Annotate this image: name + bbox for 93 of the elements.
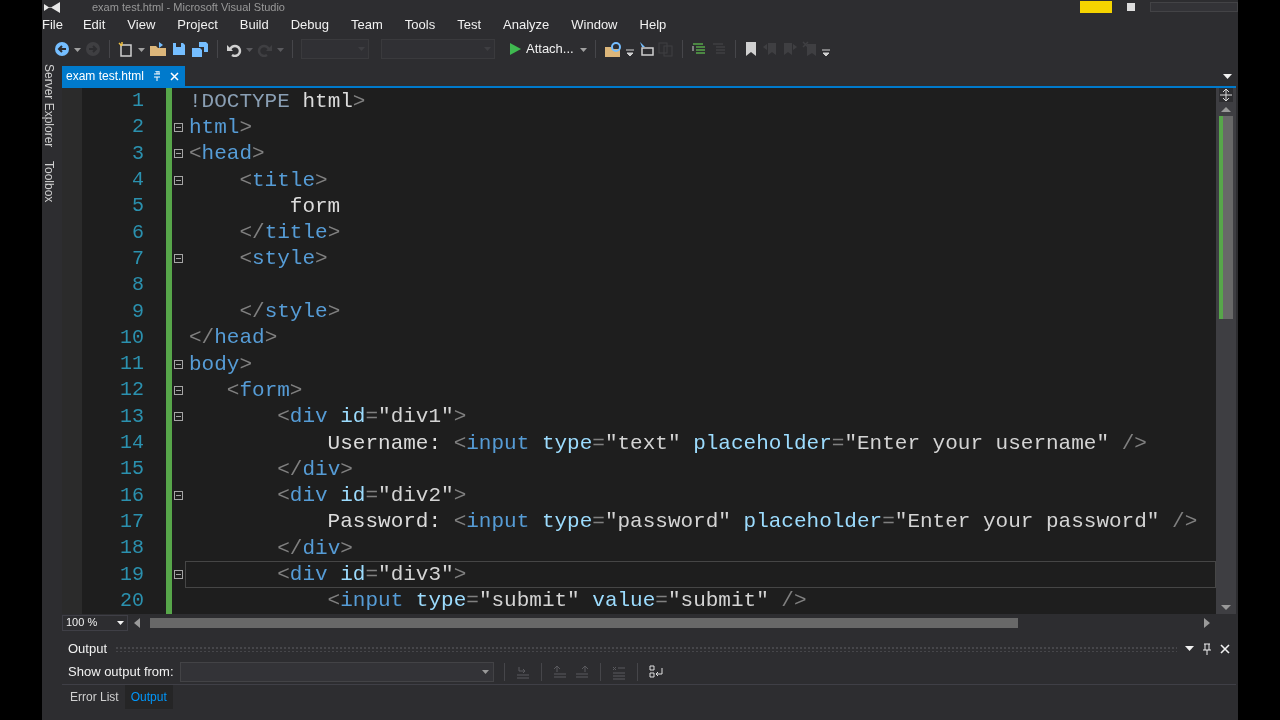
code-line: <style> [238, 248, 328, 270]
collapse-toggle[interactable] [174, 412, 183, 422]
collapse-toggle[interactable] [174, 570, 183, 579]
panel-tab[interactable]: Error List [64, 685, 125, 709]
line-number: 2 [132, 114, 144, 141]
line-number: 11 [120, 351, 144, 378]
code-line: <div id="div2"> [276, 485, 467, 507]
line-number: 9 [132, 298, 144, 325]
line-number: 8 [132, 272, 144, 299]
field-label: Show output from: [68, 662, 174, 681]
line-number: 16 [120, 482, 144, 509]
line-number: 1 [132, 88, 144, 115]
code-line: <head> [189, 143, 265, 165]
line-number: 18 [120, 535, 144, 562]
new-project-icon[interactable] [118, 41, 134, 57]
play-icon [509, 42, 521, 56]
collapse-toggle[interactable] [174, 491, 183, 501]
code-line: form [288, 195, 341, 217]
menu-item[interactable]: Team [351, 15, 391, 35]
code-line: <div id="div3"> [276, 564, 467, 585]
attach-button[interactable]: Attach... [507, 39, 576, 59]
code-line: Password: <input type="password" placeholder="Enter your password" /> [326, 511, 1198, 533]
collapse-toggle[interactable] [174, 149, 183, 159]
code-line: body> [189, 353, 253, 375]
menu-item[interactable]: Debug [290, 15, 337, 35]
line-number: 15 [120, 456, 144, 483]
save-all-icon[interactable] [191, 41, 209, 57]
scroll-right-icon[interactable] [1204, 617, 1210, 628]
side-tab[interactable]: Toolbox [42, 161, 58, 203]
caret-icon [481, 669, 489, 674]
code-line: <title> [238, 169, 328, 191]
scrollbar-thumb[interactable] [150, 617, 1018, 628]
menu-item[interactable]: Edit [82, 15, 114, 35]
line-number: 4 [132, 167, 144, 194]
menu-item[interactable]: File [42, 15, 71, 35]
code-line: </style> [238, 301, 341, 322]
scrollbar-thumb[interactable] [1219, 116, 1233, 319]
code-line: </div> [276, 537, 353, 559]
code-line: <input type="submit" value="submit" /> [326, 590, 807, 612]
menu-item[interactable]: Project [177, 15, 226, 35]
tab-list-icon[interactable] [1223, 74, 1232, 80]
back-icon[interactable] [54, 41, 70, 57]
code-line: <form> [225, 379, 303, 401]
line-number: 19 [120, 561, 144, 588]
line-number: 7 [132, 245, 144, 272]
code-line: </head> [189, 327, 278, 349]
zoom-dropdown[interactable]: 100 % [62, 614, 128, 631]
caret-icon [117, 620, 124, 625]
line-number: 5 [132, 193, 144, 220]
menu-item[interactable]: View [127, 15, 164, 35]
menu-item[interactable]: Analyze [503, 15, 558, 35]
line-number: 13 [120, 403, 144, 430]
menu-item[interactable]: Test [457, 15, 489, 35]
folder-search-icon[interactable] [603, 41, 622, 57]
collapse-toggle[interactable] [174, 175, 183, 185]
indent-icon[interactable] [690, 41, 707, 57]
code-line: Username: <input type="text" placeholder="Enter your username" /> [326, 432, 1147, 454]
line-number: 12 [120, 377, 144, 404]
dropdown-caret-icon[interactable] [1185, 646, 1194, 652]
collapse-toggle[interactable] [174, 385, 183, 395]
menu-item[interactable]: Build [239, 15, 277, 35]
code-line: </div> [276, 458, 353, 480]
cursor-box-icon[interactable] [637, 41, 654, 57]
side-tab[interactable]: Server Explorer [42, 64, 58, 148]
quick-launch-field[interactable] [1150, 2, 1238, 12]
line-number: 20 [120, 587, 144, 614]
collapse-toggle[interactable] [174, 359, 183, 369]
line-number: 6 [132, 219, 144, 246]
bookmark-icon[interactable] [743, 41, 758, 57]
code-line: !DOCTYPE html> [189, 90, 366, 112]
code-line: html> [189, 116, 253, 138]
app-logo-icon [42, 1, 62, 13]
menu-item[interactable]: Help [639, 15, 675, 35]
code-line: <div id="div1"> [276, 406, 467, 428]
menu-item[interactable]: Tools [404, 15, 444, 35]
line-number: 14 [120, 430, 144, 456]
line-number: 3 [132, 140, 144, 167]
close-icon[interactable] [1220, 644, 1230, 654]
panel-tab[interactable]: Output [124, 685, 173, 709]
line-number: 10 [120, 324, 144, 351]
menu-item[interactable]: Window [571, 15, 626, 35]
code-line: </title> [238, 222, 341, 244]
save-icon[interactable] [171, 41, 187, 57]
scroll-left-icon[interactable] [134, 617, 140, 628]
collapse-toggle[interactable] [174, 254, 183, 264]
word-wrap-icon[interactable] [647, 663, 664, 680]
pin-icon[interactable] [1202, 643, 1212, 655]
split-icon[interactable] [1219, 88, 1233, 102]
folder-icon[interactable] [149, 41, 167, 57]
collapse-toggle[interactable] [174, 122, 183, 132]
line-number: 17 [120, 508, 144, 535]
panel-title: Output [68, 640, 108, 659]
window-title: exam test.html - Microsoft Visual Studio [92, 0, 285, 15]
